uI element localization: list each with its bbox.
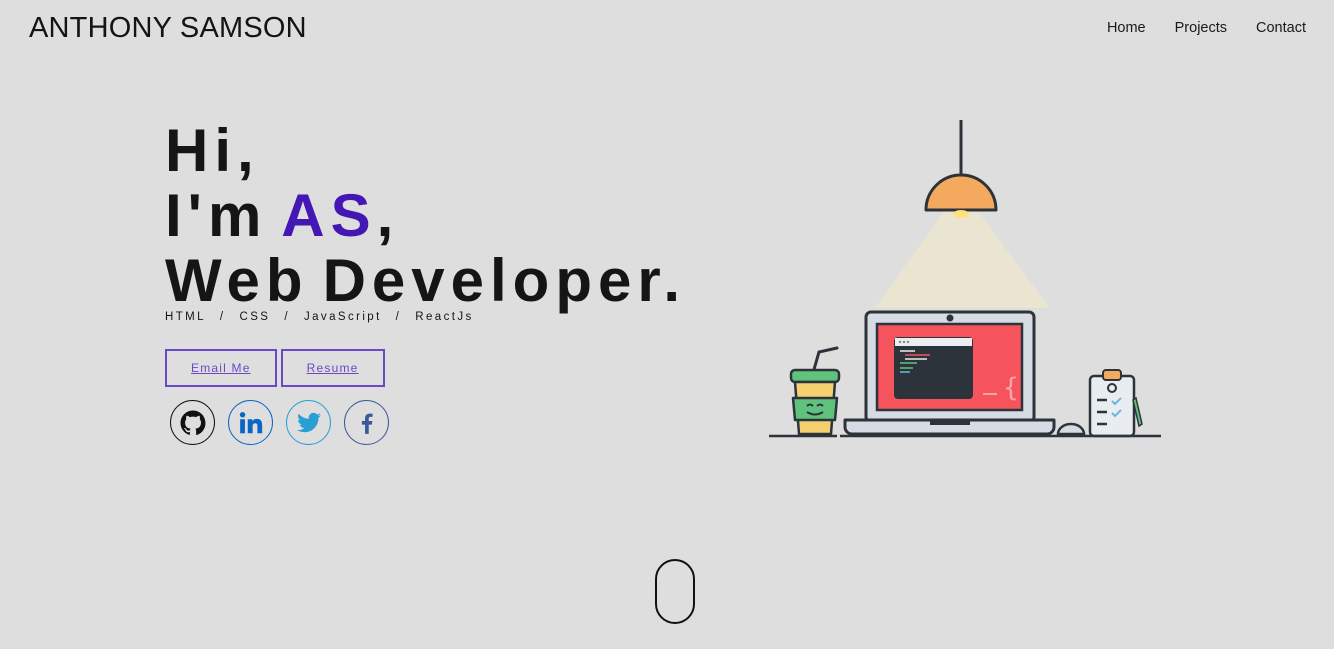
facebook-link[interactable] bbox=[344, 400, 389, 445]
name-prefix: I'm bbox=[165, 182, 268, 249]
laptop-icon: { bbox=[843, 310, 1056, 436]
scroll-down-indicator[interactable] bbox=[655, 559, 695, 624]
twitter-icon bbox=[296, 412, 321, 432]
hero-section: Hi, I'm AS, Web Developer. HTML / CSS / Ja… bbox=[165, 118, 686, 445]
skill-separator: / bbox=[395, 311, 402, 323]
github-link[interactable] bbox=[170, 400, 215, 445]
skill-javascript: JavaScript bbox=[303, 311, 382, 323]
lamp-icon bbox=[875, 120, 1050, 308]
brand-logo[interactable]: ANTHONY SAMSON bbox=[29, 12, 307, 45]
facebook-icon bbox=[361, 413, 373, 434]
email-me-button[interactable]: Email Me bbox=[165, 349, 277, 387]
linkedin-icon bbox=[239, 411, 262, 433]
role-word-2: Developer. bbox=[322, 247, 687, 314]
role-word-1: Web bbox=[165, 247, 309, 314]
nav-home[interactable]: Home bbox=[1107, 20, 1146, 36]
svg-text:{: { bbox=[1003, 373, 1019, 403]
nav-contact[interactable]: Contact bbox=[1256, 20, 1306, 36]
skill-reactjs: ReactJs bbox=[415, 311, 474, 323]
greeting-text: Hi, bbox=[165, 117, 260, 184]
nav-projects[interactable]: Projects bbox=[1175, 20, 1227, 36]
coffee-cup-icon bbox=[789, 346, 841, 436]
github-icon bbox=[180, 410, 205, 435]
clipboard-icon bbox=[1088, 369, 1143, 438]
name-initials: AS bbox=[281, 182, 377, 249]
computer-mouse-icon bbox=[1056, 422, 1086, 436]
skill-separator: / bbox=[284, 311, 290, 323]
developer-desk-illustration: { bbox=[769, 120, 1161, 438]
greeting-line: Hi, bbox=[165, 118, 686, 183]
name-suffix: , bbox=[376, 182, 400, 249]
skill-separator: / bbox=[219, 311, 226, 323]
skill-html: HTML bbox=[165, 311, 206, 323]
social-links bbox=[165, 400, 686, 445]
linkedin-link[interactable] bbox=[228, 400, 273, 445]
role-line: Web Developer. bbox=[165, 248, 686, 313]
twitter-link[interactable] bbox=[286, 400, 331, 445]
resume-button[interactable]: Resume bbox=[280, 349, 385, 387]
top-nav: Home Projects Contact bbox=[1107, 20, 1306, 36]
skill-css: CSS bbox=[239, 311, 271, 323]
cta-buttons: Email Me Resume bbox=[165, 349, 686, 387]
name-line: I'm AS, bbox=[165, 183, 686, 248]
